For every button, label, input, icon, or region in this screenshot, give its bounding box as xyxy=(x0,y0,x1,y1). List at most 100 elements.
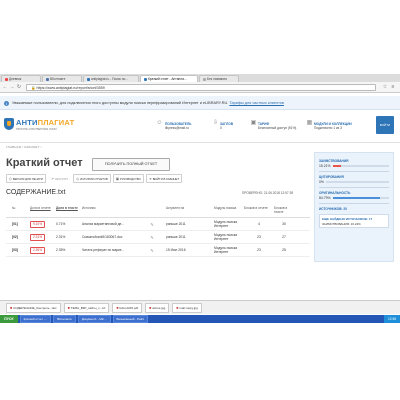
found-more-box[interactable]: ЕЩЕ НАЙДЕНО ИСТОЧНИКОВ: 17 ЗАИМСТВОВАНИЯ… xyxy=(319,214,389,228)
reload-icon[interactable]: ↻ xyxy=(16,84,22,90)
share-report-badge: 9.10% xyxy=(30,220,46,228)
pencil-icon[interactable]: ✎ xyxy=(138,248,166,253)
forward-icon[interactable]: → xyxy=(9,84,15,90)
info-icon: i xyxy=(4,100,9,106)
download-item[interactable]: ■ ТЕМА_ВКР_сайты_с...txt xyxy=(63,302,110,313)
file-icon: ■ xyxy=(176,305,179,310)
taskbar-item[interactable]: Краткий отчет -... xyxy=(19,315,52,323)
user-icon: ☺ xyxy=(156,120,163,126)
col-share-text[interactable]: Доля в тексте xyxy=(56,206,82,210)
borrow-value: 15.21% xyxy=(319,164,331,168)
col-source[interactable]: Источник xyxy=(82,206,138,210)
site-header: АНТИПЛАГИАТ ТВОРИТЕ СОБСТВЕННЫМ УМОМ ☺ П… xyxy=(0,110,400,143)
cite-bar xyxy=(325,181,389,183)
col-module[interactable]: Модуль поиска xyxy=(214,206,244,210)
col-blocks-text[interactable]: Блоков в тексте xyxy=(274,206,294,214)
book-icon: ▣ xyxy=(115,176,120,181)
info-notice: i Уважаемые пользователи, для подключени… xyxy=(0,96,400,110)
tab-favicon-icon xyxy=(144,77,147,81)
table-row[interactable]: [03] 2.35% 2.35% Читать реферат по марке… xyxy=(6,244,310,257)
summary-panel: ЗАИМСТВОВАНИЯ 15.21% ЦИТИРОВАНИЯ 0% ОРИГ… xyxy=(314,152,394,262)
os-taskbar: ПУСК Краткий отчет -... ВКонтакте Докуме… xyxy=(0,315,400,323)
file-icon: ■ xyxy=(10,305,13,310)
orig-bar-fill xyxy=(332,197,381,199)
sources-table: № Доля в отчете Доля в тексте Источник А… xyxy=(6,204,310,257)
start-button[interactable]: ПУСК xyxy=(0,315,18,323)
table-row[interactable]: [01] 9.10% 0.71% Анализ маркетинговой де… xyxy=(6,218,310,231)
file-icon: ■ xyxy=(67,305,70,310)
star-icon[interactable]: ☆ xyxy=(382,84,388,90)
shield-logo-icon xyxy=(4,118,14,131)
download-item[interactable]: ■ mail-ruspy.jpg xyxy=(172,302,202,313)
col-actual-date[interactable]: Актуален на xyxy=(166,206,214,210)
logo[interactable]: АНТИПЛАГИАТ ТВОРИТЕ СОБСТВЕННЫМ УМОМ xyxy=(4,118,74,131)
user-block[interactable]: ПОЛЬЗОВАТЕЛЬ libpress@mail.ru xyxy=(165,122,191,130)
download-item[interactable]: ■ КАН-2015.pdf xyxy=(112,302,143,313)
export-button[interactable]: ↗ ЭКСПОРТ xyxy=(47,174,72,183)
tab-favicon-icon xyxy=(203,77,206,81)
modules-icon: ▦ xyxy=(306,120,313,126)
taskbar-item[interactable]: Документ1 - Mic... xyxy=(77,315,111,323)
borrow-bar xyxy=(332,165,389,167)
pencil-icon[interactable]: ✎ xyxy=(138,235,166,240)
share-report-badge: 2.35% xyxy=(30,246,46,254)
download-icon: ⇩ xyxy=(212,120,219,126)
report-toolbar: ⎙ ВЕРСИЯ ДЛЯ ПЕЧАТИ ↗ ЭКСПОРТ ◷ ИСТОРИЯ ОТЧ… xyxy=(6,174,183,183)
modules-block[interactable]: МОДУЛИ И КОЛЛЕКЦИИ Подключено 1 из 3 xyxy=(314,122,352,130)
col-number: № xyxy=(12,206,16,210)
report-history-button[interactable]: ◷ ИСТОРИЯ ОТЧЕТОВ xyxy=(73,174,111,183)
browser-tab[interactable]: ВКонтакте xyxy=(42,75,82,82)
browser-tab[interactable]: Без названия xyxy=(199,75,239,82)
menu-icon[interactable]: ≡ xyxy=(390,84,396,90)
cart-icon: ▣ xyxy=(250,120,257,126)
clock: 12:58 xyxy=(384,315,400,323)
cite-label: ЦИТИРОВАНИЯ xyxy=(319,175,344,179)
source-link[interactable]: Читать реферат по марке... xyxy=(82,248,138,252)
back-icon[interactable]: ← xyxy=(2,84,8,90)
pencil-icon[interactable]: ✎ xyxy=(138,222,166,227)
tariffs-link[interactable]: Тарифы для частных клиентов xyxy=(229,101,284,105)
browser-tab[interactable]: antiplagiat.ru - Поиск по... xyxy=(83,75,139,82)
export-icon: ↗ xyxy=(50,176,54,181)
history-icon: ◷ xyxy=(76,176,80,181)
print-version-button[interactable]: ⎙ ВЕРСИЯ ДЛЯ ПЕЧАТИ xyxy=(6,174,46,183)
print-icon: ⎙ xyxy=(9,176,12,181)
download-item[interactable]: ■ СОДЕРЖАНИЕ_Контроль...doc xyxy=(6,302,61,313)
source-link[interactable]: Скачать/bank9/183067.doc xyxy=(82,235,138,239)
tab-favicon-icon xyxy=(5,77,8,81)
orig-value: 84.79% xyxy=(319,196,331,200)
exit-icon: ➜ xyxy=(148,176,152,181)
address-bar: ← → ↻ 🔒 https://www.antiplagiat.ru/repor… xyxy=(0,82,400,93)
download-item[interactable]: ■ actrus.jpg xyxy=(145,302,170,313)
borrow-bar-fill xyxy=(332,165,342,167)
table-row[interactable]: [02] 2.31% 2.31% Скачать/bank9/183067.do… xyxy=(6,231,310,244)
exit-to-cabinet-button[interactable]: ➜ ВЫЙТИ В КАБИНЕТ xyxy=(145,174,183,183)
downloads-block[interactable]: ЗАГЛОВ 0 xyxy=(220,122,233,130)
document-name: СОДЕРЖАНИЕ.txt xyxy=(6,189,66,196)
tariff-block[interactable]: ТАРИФ Бесплатный доступ (91%) xyxy=(258,122,296,130)
file-icon: ■ xyxy=(149,305,152,310)
checked-timestamp: ПРОВЕРЕНО: 21.06.2018 12:57:39 xyxy=(242,191,294,195)
source-link[interactable]: Анализ маркетинговой де... xyxy=(82,222,138,226)
breadcrumb[interactable]: ГЛАВНАЯ / КАБИНЕТ / xyxy=(6,145,42,149)
downloads-bar: ■ СОДЕРЖАНИЕ_Контроль...doc ■ ТЕМА_ВКР_сай… xyxy=(0,300,400,314)
tab-favicon-icon xyxy=(46,77,49,81)
page-title: Краткий отчет xyxy=(6,157,83,169)
taskbar-item[interactable]: Безымянный - Paint xyxy=(112,315,148,323)
cite-value: 0% xyxy=(319,180,324,184)
sources-count: ИСТОЧНИКОВ: 20 xyxy=(319,207,347,211)
col-blocks-report[interactable]: Блоков в отчете xyxy=(244,206,274,210)
browser-tab[interactable]: Дневник xyxy=(1,75,41,82)
file-icon: ■ xyxy=(116,305,119,310)
table-header: № Доля в отчете Доля в тексте Источник А… xyxy=(6,204,310,218)
lock-icon: 🔒 xyxy=(31,85,36,90)
manual-button[interactable]: ▣ РУКОВОДСТВО xyxy=(112,174,144,183)
orig-label: ОРИГИНАЛЬНОСТЬ xyxy=(319,191,351,195)
tab-favicon-icon xyxy=(87,77,90,81)
get-full-report-button[interactable]: ПОЛУЧИТЬ ПОЛНЫЙ ОТЧЕТ xyxy=(92,158,170,171)
browser-tab-active[interactable]: Краткий отчет - Антипла... xyxy=(140,75,198,82)
login-button[interactable]: ВОЙТИ xyxy=(376,116,394,134)
taskbar-item[interactable]: ВКонтакте xyxy=(53,315,76,323)
col-share-report[interactable]: Доля в отчете xyxy=(30,206,56,210)
url-input[interactable]: 🔒 https://www.antiplagiat.ru/report/shor… xyxy=(26,83,376,91)
